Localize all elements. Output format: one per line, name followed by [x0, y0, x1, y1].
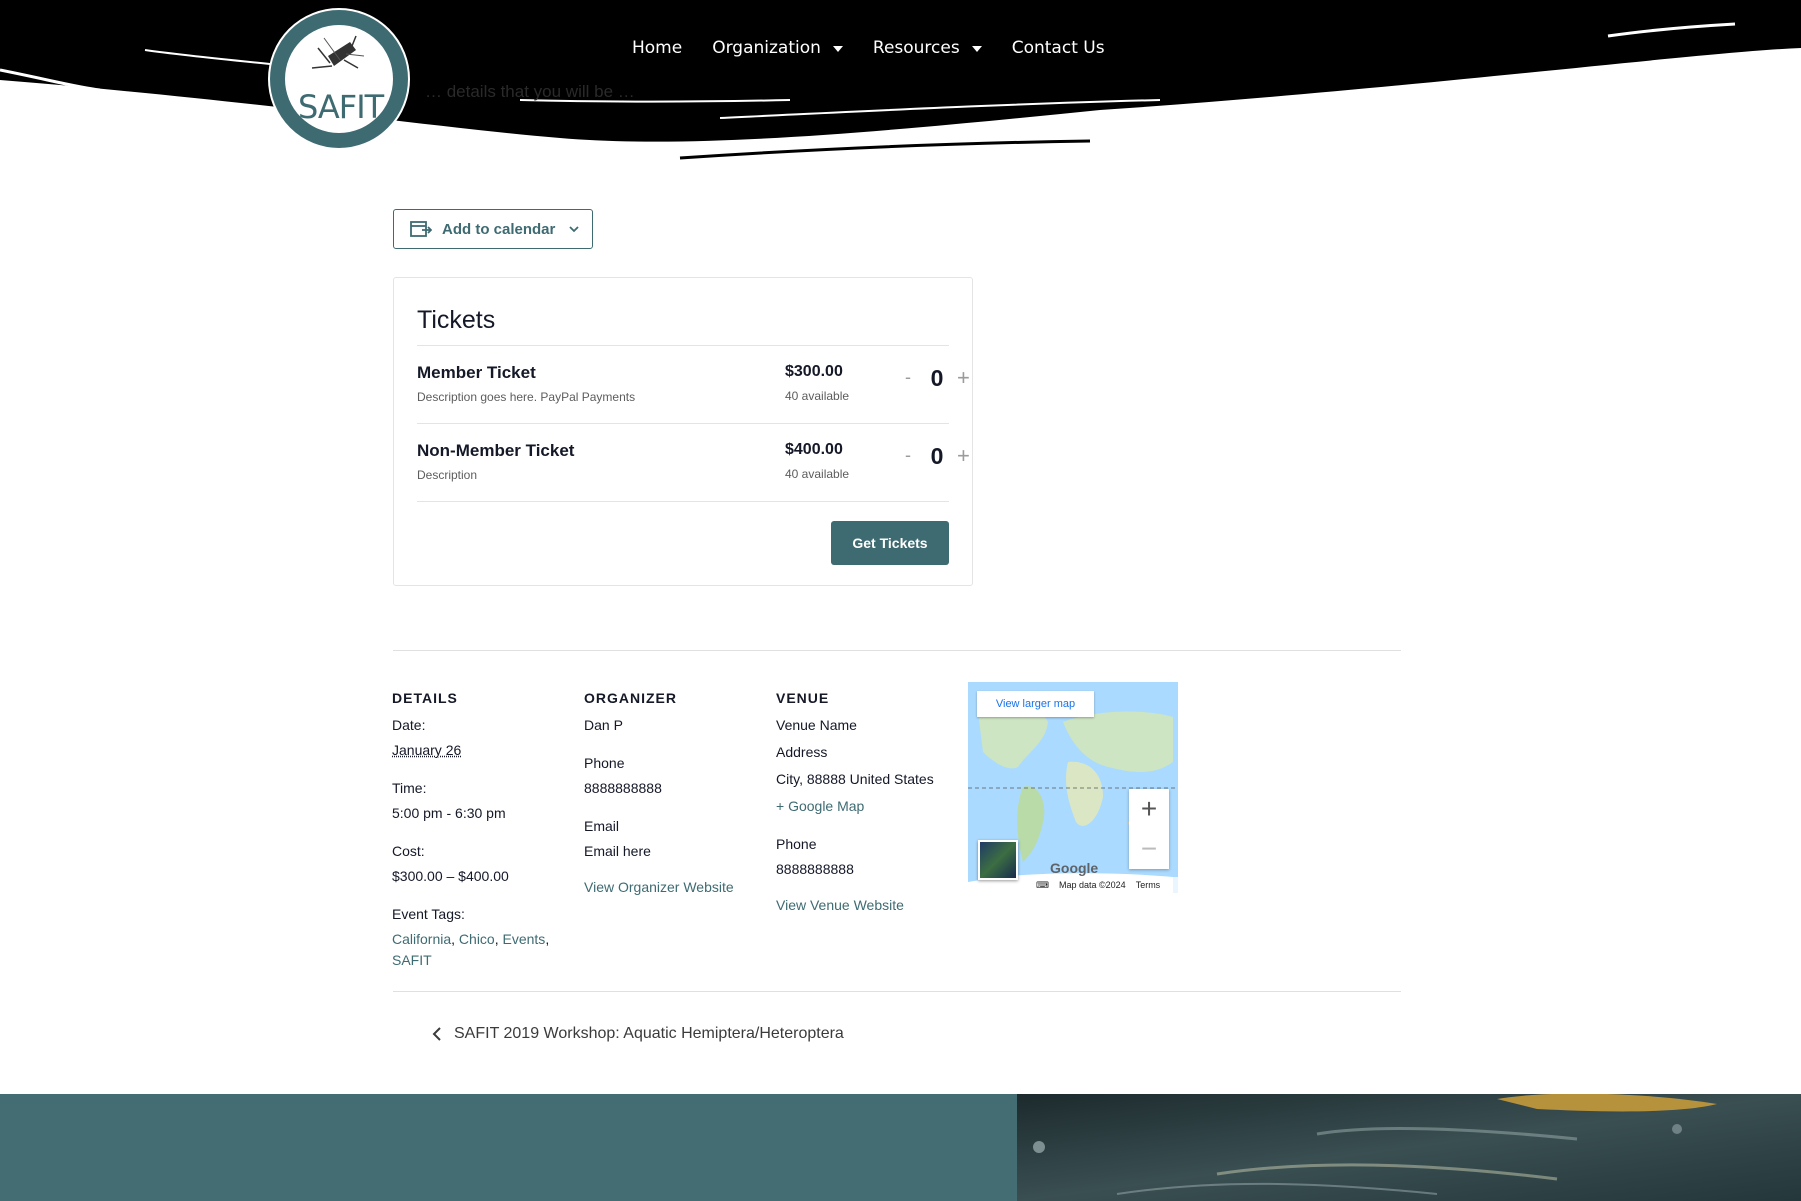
ticket-quantity-input[interactable]: 0: [927, 443, 947, 470]
venue-phone-value: 8888888888: [776, 861, 854, 877]
get-tickets-button[interactable]: Get Tickets: [831, 521, 949, 565]
divider: [393, 650, 1401, 651]
map-data-text: Map data ©2024: [1059, 880, 1126, 890]
venue-heading: VENUE: [776, 690, 830, 706]
caret-down-icon: [971, 46, 982, 52]
organizer-phone-label: Phone: [584, 755, 625, 771]
time-label: Time:: [392, 780, 427, 796]
zoom-in-button[interactable]: +: [1129, 789, 1169, 829]
chevron-left-icon: [432, 1027, 441, 1041]
ticket-row: Member Ticket Description goes here. Pay…: [417, 345, 970, 423]
ticket-name: Non-Member Ticket: [417, 441, 575, 460]
map-terms-link[interactable]: Terms: [1136, 880, 1161, 890]
ticket-row: Non-Member Ticket Description $400.00 40…: [417, 423, 970, 501]
zoom-out-button[interactable]: −: [1129, 829, 1169, 869]
date-value: January 26: [392, 742, 462, 758]
nav-organization-label: Organization: [712, 38, 821, 58]
organizer-email-label: Email: [584, 818, 620, 834]
organizer-name: Dan P: [584, 717, 623, 733]
ticket-name: Member Ticket: [417, 363, 536, 382]
increase-quantity-button[interactable]: +: [957, 443, 970, 469]
chevron-down-icon: [569, 226, 579, 233]
nav-contact[interactable]: Contact Us: [1012, 38, 1105, 58]
satellite-toggle[interactable]: [978, 840, 1018, 880]
calendar-export-icon: [410, 221, 432, 237]
tag-link[interactable]: California: [392, 931, 451, 947]
nav-home-label: Home: [632, 38, 683, 58]
venue-phone-label: Phone: [776, 836, 817, 852]
divider: [417, 501, 949, 502]
time-value: 5:00 pm - 6:30 pm: [392, 805, 506, 821]
map-zoom-control: + −: [1129, 789, 1169, 869]
date-label: Date:: [392, 717, 426, 733]
ticket-availability: 40 available: [785, 467, 850, 481]
ticket-description: Description goes here. PayPal Payments: [417, 390, 636, 404]
divider: [393, 991, 1401, 992]
ticket-description: Description: [417, 468, 478, 482]
increase-quantity-button[interactable]: +: [957, 365, 970, 391]
site-header: … details that you will be … SAFIT Home …: [0, 0, 1801, 170]
venue-city: City, 88888 United States: [776, 771, 934, 787]
venue-name: Venue Name: [776, 717, 857, 733]
decrease-quantity-button[interactable]: -: [905, 367, 911, 388]
details-column: DETAILS Date: January 26 Time: 5:00 pm -…: [392, 690, 549, 969]
cost-label: Cost:: [392, 843, 425, 859]
nav-resources-label: Resources: [872, 38, 960, 58]
nav-contact-label: Contact Us: [1011, 38, 1105, 58]
keyboard-icon[interactable]: ⌨: [1036, 880, 1049, 891]
organizer-heading: ORGANIZER: [584, 690, 677, 706]
tag-link[interactable]: Events: [503, 931, 546, 947]
nav-organization[interactable]: Organization: [712, 38, 843, 58]
decrease-quantity-button[interactable]: -: [905, 445, 911, 466]
cost-value: $300.00 – $400.00: [392, 868, 509, 884]
main-nav: Home Organization Resources Contact Us: [632, 38, 1135, 58]
ticket-price: $400.00: [785, 441, 843, 458]
ticket-availability: 40 available: [785, 389, 850, 403]
venue-column: VENUE Venue Name Address City, 88888 Uni…: [776, 690, 934, 914]
ticket-quantity-input[interactable]: 0: [927, 365, 947, 392]
logo-text: SAFIT: [298, 88, 384, 126]
view-larger-map-button[interactable]: View larger map: [977, 691, 1094, 717]
header-ghost-text: … details that you will be …: [425, 82, 635, 101]
previous-event-title: SAFIT 2019 Workshop: Aquatic Hemiptera/H…: [454, 1025, 844, 1042]
footer-water-image: [1017, 1094, 1801, 1201]
safit-logo[interactable]: SAFIT: [268, 8, 410, 150]
tag-link[interactable]: SAFIT: [392, 952, 432, 968]
google-map-link[interactable]: + Google Map: [776, 798, 864, 814]
venue-map[interactable]: View larger map + − Google ⌨ Map data ©2…: [968, 682, 1178, 893]
organizer-website-link[interactable]: View Organizer Website: [584, 879, 734, 895]
previous-event-link[interactable]: SAFIT 2019 Workshop: Aquatic Hemiptera/H…: [432, 1025, 844, 1043]
ticket-price: $300.00: [785, 363, 843, 380]
organizer-phone-value: 8888888888: [584, 780, 662, 796]
details-heading: DETAILS: [392, 690, 458, 706]
event-tags-list: California, Chico, Events,: [392, 931, 550, 947]
google-logo: Google: [1050, 860, 1099, 876]
map-attribution: ⌨ Map data ©2024 Terms: [1028, 877, 1178, 893]
nav-home[interactable]: Home: [632, 38, 682, 58]
organizer-email-value: Email here: [584, 843, 651, 859]
add-to-calendar-label: Add to calendar: [442, 220, 556, 238]
caret-down-icon: [832, 46, 843, 52]
venue-address: Address: [776, 744, 828, 760]
add-to-calendar-button[interactable]: Add to calendar: [393, 209, 593, 249]
tickets-box: Tickets Member Ticket Description goes h…: [393, 277, 973, 586]
tag-link[interactable]: Chico: [459, 931, 495, 947]
nav-resources[interactable]: Resources: [873, 38, 982, 58]
event-tags-label: Event Tags:: [392, 906, 465, 922]
footer-panel: [0, 1094, 1017, 1201]
tickets-title: Tickets: [417, 306, 496, 334]
venue-website-link[interactable]: View Venue Website: [776, 897, 904, 913]
organizer-column: ORGANIZER Dan P Phone 8888888888 Email E…: [584, 690, 734, 896]
